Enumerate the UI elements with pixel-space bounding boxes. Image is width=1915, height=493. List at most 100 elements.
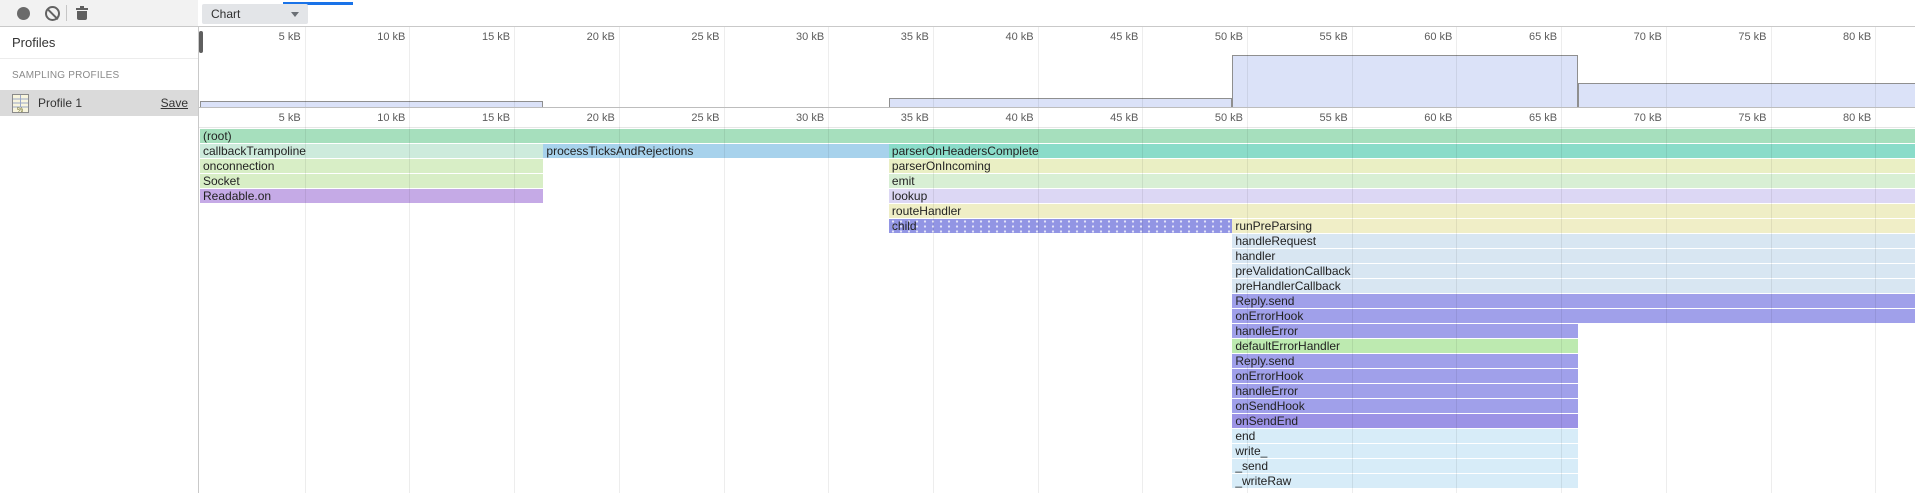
flame-bar-label: defaultErrorHandler	[1232, 339, 1340, 353]
flame-bar[interactable]: onSendEnd	[1232, 414, 1578, 428]
allocation-overview[interactable]: 5 kB10 kB15 kB20 kB25 kB30 kB35 kB40 kB4…	[199, 27, 1915, 108]
flame-bar-label: handler	[1232, 249, 1275, 263]
view-mode-select[interactable]: Chart	[202, 4, 308, 24]
flame-bar[interactable]: parserOnIncoming	[889, 159, 1915, 173]
flame-bar[interactable]: handleError	[1232, 324, 1578, 338]
flame-axis-tick-label: 25 kB	[666, 112, 720, 124]
sampling-profiles-section-title: SAMPLING PROFILES	[0, 59, 198, 90]
flame-bar-label: Reply.send	[1232, 354, 1294, 368]
flame-bar-label: onconnection	[200, 159, 274, 173]
flame-bar-label: parserOnIncoming	[889, 159, 991, 173]
trash-icon[interactable]	[76, 6, 88, 20]
flame-axis-tick-label: 10 kB	[351, 112, 405, 124]
overview-gridline	[1247, 27, 1248, 107]
overview-axis-tick-label: 50 kB	[1189, 31, 1243, 43]
flame-bar[interactable]: Reply.send	[1232, 354, 1578, 368]
overview-gridline	[1771, 27, 1772, 107]
flame-axis-tick-label: 20 kB	[561, 112, 615, 124]
flame-chart[interactable]: 5 kB10 kB15 kB20 kB25 kB30 kB35 kB40 kB4…	[199, 108, 1915, 493]
overview-gridline	[619, 27, 620, 107]
overview-axis-tick-label: 15 kB	[456, 31, 510, 43]
save-profile-link[interactable]: Save	[161, 96, 188, 110]
flame-axis-tick-label: 40 kB	[980, 112, 1034, 124]
overview-gridline	[933, 27, 934, 107]
flame-bar[interactable]: onSendHook	[1232, 399, 1578, 413]
flame-bar[interactable]: onErrorHook	[1232, 369, 1578, 383]
overview-gridline	[409, 27, 410, 107]
overview-gridline	[1875, 27, 1876, 107]
flame-bar[interactable]: Readable.on	[200, 189, 543, 203]
flame-bar[interactable]: preValidationCallback	[1232, 264, 1915, 278]
flame-bar[interactable]: lookup	[889, 189, 1915, 203]
flame-bar[interactable]: handler	[1232, 249, 1915, 263]
clear-all-icon[interactable]	[45, 6, 60, 21]
flame-bar[interactable]: routeHandler	[889, 204, 1915, 218]
flame-bar[interactable]: onErrorHook	[1232, 309, 1915, 323]
flame-axis-tick-label: 45 kB	[1084, 112, 1138, 124]
flame-bar-label: handleRequest	[1232, 234, 1316, 248]
sidebar-header: Profiles	[0, 27, 198, 59]
flame-bar-label: routeHandler	[889, 204, 961, 218]
flame-bar-label: lookup	[889, 189, 927, 203]
flame-gridline	[514, 108, 515, 493]
flame-bar-label: end	[1232, 429, 1255, 443]
flame-bar-label: onErrorHook	[1232, 369, 1303, 383]
flame-bar-label: preHandlerCallback	[1232, 279, 1340, 293]
record-icon[interactable]	[17, 7, 30, 20]
flame-bar[interactable]: callbackTrampoline	[200, 144, 543, 158]
flame-bar-label: onErrorHook	[1232, 309, 1303, 323]
overview-area-segment	[889, 98, 1232, 107]
overview-axis-tick-label: 80 kB	[1817, 31, 1871, 43]
profiles-sidebar: Profiles SAMPLING PROFILES % Profile 1 S…	[0, 27, 199, 493]
flame-axis-tick-label: 35 kB	[875, 112, 929, 124]
flame-gridline	[1875, 108, 1876, 493]
flame-bar-label: callbackTrampoline	[200, 144, 306, 158]
overview-axis-tick-label: 70 kB	[1608, 31, 1662, 43]
overview-area-segment	[1578, 83, 1915, 107]
overview-gridline	[1352, 27, 1353, 107]
overview-gridline	[1038, 27, 1039, 107]
sidebar-item-profile-1[interactable]: % Profile 1 Save	[0, 90, 198, 116]
overview-area-segment	[1232, 55, 1578, 107]
flame-bar[interactable]: Reply.send	[1232, 294, 1915, 308]
flame-gridline	[1352, 108, 1353, 493]
overview-axis-tick-label: 45 kB	[1084, 31, 1138, 43]
flame-gridline	[305, 108, 306, 493]
flame-bar[interactable]: onconnection	[200, 159, 543, 173]
chevron-down-icon	[291, 12, 299, 17]
overview-axis-tick-label: 25 kB	[666, 31, 720, 43]
chart-pane: 5 kB10 kB15 kB20 kB25 kB30 kB35 kB40 kB4…	[199, 27, 1915, 493]
flame-gridline	[828, 108, 829, 493]
flame-bar[interactable]: handleError	[1232, 384, 1578, 398]
toolbar: Chart	[0, 0, 1915, 27]
view-mode-select-value: Chart	[211, 7, 240, 21]
overview-axis-tick-label: 30 kB	[770, 31, 824, 43]
flame-bar-label: Socket	[200, 174, 240, 188]
flame-bar[interactable]: processTicksAndRejections	[543, 144, 889, 158]
flame-bar[interactable]: child	[889, 219, 1232, 233]
flame-bar[interactable]: parserOnHeadersComplete	[889, 144, 1915, 158]
flame-bar[interactable]: write_	[1232, 444, 1578, 458]
flame-gridline	[1561, 108, 1562, 493]
flame-bar[interactable]: handleRequest	[1232, 234, 1915, 248]
flame-bar[interactable]: defaultErrorHandler	[1232, 339, 1578, 353]
overview-gridline	[724, 27, 725, 107]
flame-bar-label: onSendEnd	[1232, 414, 1298, 428]
flame-axis-tick-label: 70 kB	[1608, 112, 1662, 124]
flame-bar[interactable]: runPreParsing	[1232, 219, 1915, 233]
flame-bar[interactable]: emit	[889, 174, 1915, 188]
flame-bar[interactable]: (root)	[200, 129, 1915, 143]
flame-gridline	[1666, 108, 1667, 493]
overview-gridline	[1561, 27, 1562, 107]
flame-bar[interactable]: _writeRaw	[1232, 474, 1578, 488]
svg-text:%: %	[17, 107, 23, 113]
overview-drag-handle[interactable]	[199, 31, 203, 53]
flame-bar[interactable]: Socket	[200, 174, 543, 188]
flame-bar-label: runPreParsing	[1232, 219, 1312, 233]
flame-gridline	[409, 108, 410, 493]
profile-document-icon: %	[12, 94, 29, 113]
flame-bar-label: write_	[1232, 444, 1267, 458]
flame-bar[interactable]: end	[1232, 429, 1578, 443]
flame-bar[interactable]: _send	[1232, 459, 1578, 473]
flame-bar[interactable]: preHandlerCallback	[1232, 279, 1915, 293]
